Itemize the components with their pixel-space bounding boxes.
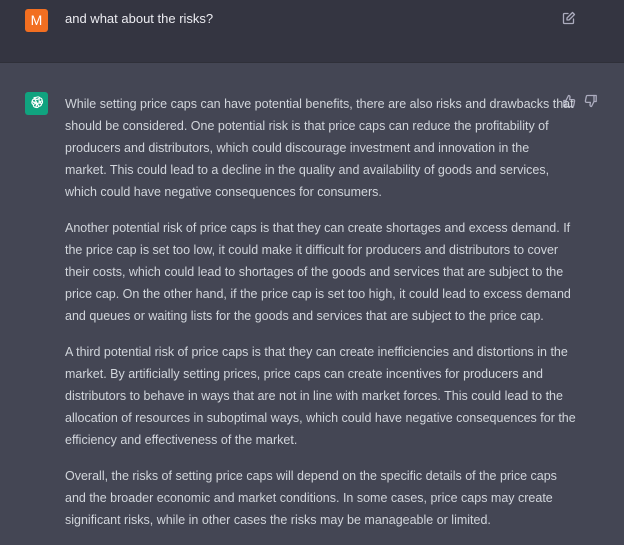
answer-line: market. By artificially setting prices, … — [65, 367, 543, 381]
answer-line: Overall, the risks of setting price caps… — [65, 469, 557, 483]
answer-line: While setting price caps can have potent… — [65, 97, 574, 111]
thumbs-down-icon[interactable] — [584, 94, 598, 108]
answer-line: and queues or waiting lists for the good… — [65, 309, 544, 323]
answer-line: the price cap is set too low, it could m… — [65, 243, 559, 257]
answer-line: efficiency and effectiveness of the mark… — [65, 433, 298, 447]
answer-line: Another potential risk of price caps is … — [65, 221, 571, 235]
answer-line: market. This could lead to a decline in … — [65, 163, 550, 177]
assistant-answer: While setting price caps can have potent… — [65, 93, 576, 545]
answer-paragraph-4: Overall, the risks of setting price caps… — [65, 465, 560, 531]
edit-icon[interactable] — [562, 11, 576, 25]
answer-line: which could have negative consequences f… — [65, 185, 382, 199]
answer-line: producers and distributors, which could … — [65, 141, 530, 155]
user-avatar: M — [25, 9, 48, 32]
answer-line: should be considered. One potential risk… — [65, 119, 549, 133]
answer-paragraph-1: While setting price caps can have potent… — [65, 93, 574, 203]
user-message-text: and what about the risks? — [65, 11, 214, 26]
answer-paragraph-3: A third potential risk of price caps is … — [65, 341, 576, 451]
answer-line: distributors to behave in ways that are … — [65, 389, 563, 403]
answer-line: A third potential risk of price caps is … — [65, 345, 568, 359]
answer-line: their costs, which could lead to shortag… — [65, 265, 564, 279]
openai-logo-icon — [31, 96, 44, 109]
assistant-message-row: While setting price caps can have potent… — [0, 63, 624, 527]
answer-line: price cap. On the other hand, if the pri… — [65, 287, 571, 301]
user-message-row: M and what about the risks? — [0, 0, 624, 63]
answer-line: allocation of resources in suboptimal wa… — [65, 411, 576, 425]
answer-line: significant risks, while in other cases … — [65, 513, 491, 527]
answer-line: and the broader economic and market cond… — [65, 491, 553, 505]
answer-paragraph-2: Another potential risk of price caps is … — [65, 217, 571, 327]
assistant-avatar — [25, 92, 48, 115]
